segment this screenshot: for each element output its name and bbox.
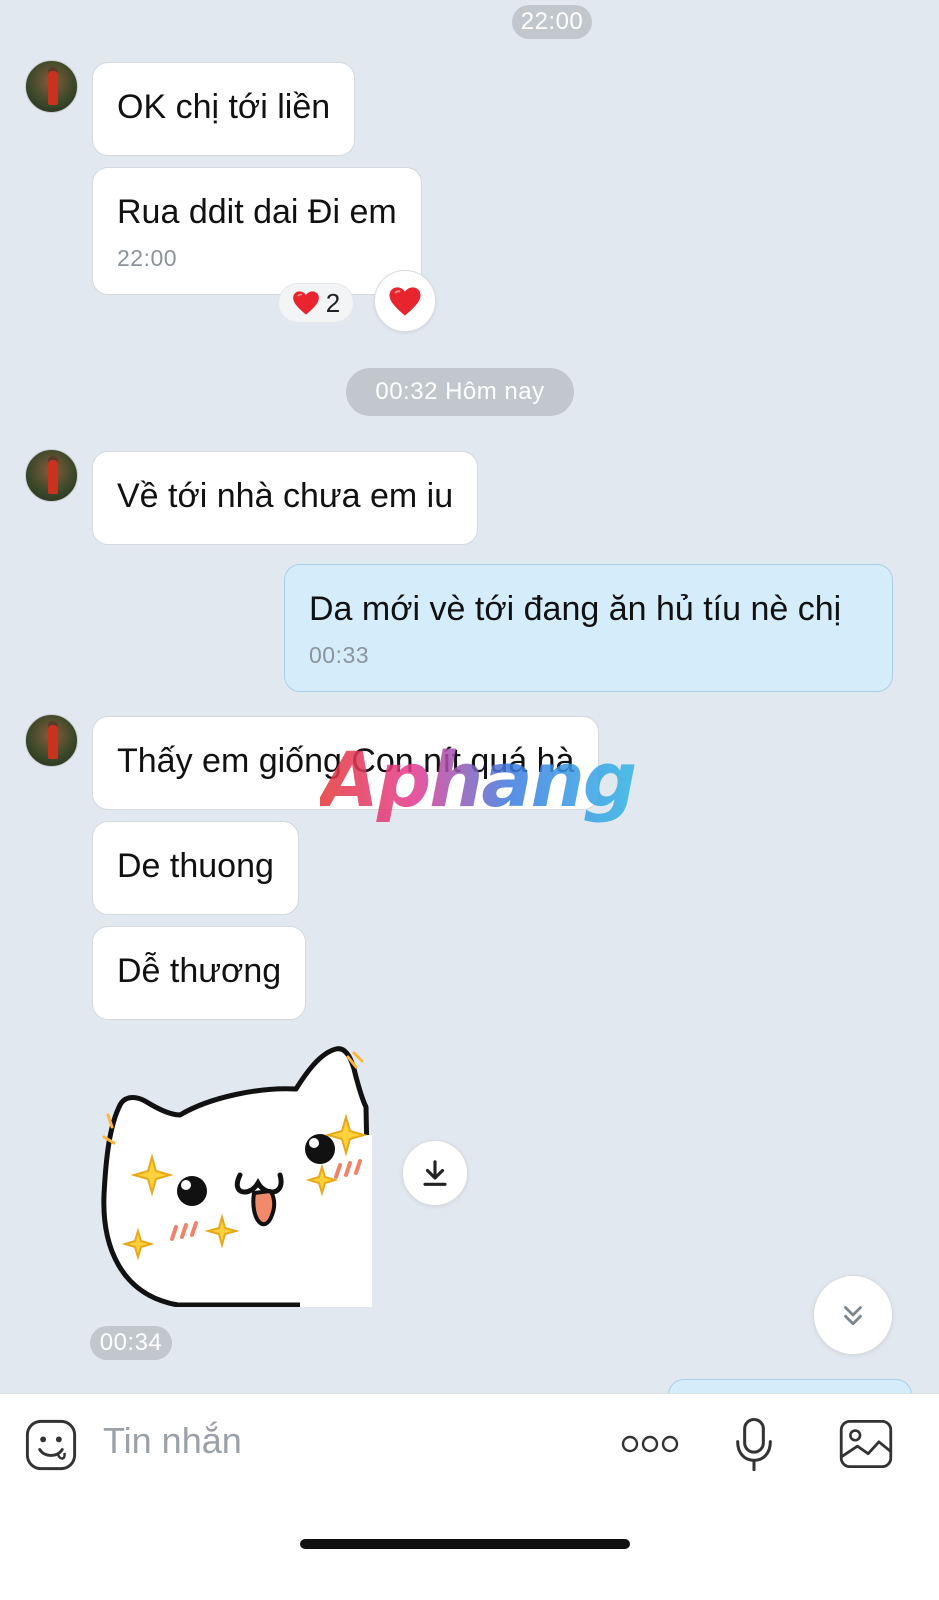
message-time: 22:00 bbox=[117, 245, 178, 271]
timestamp-pill: 00:32 Hôm nay bbox=[346, 368, 574, 416]
heart-icon bbox=[389, 286, 421, 316]
image-icon bbox=[839, 1419, 893, 1469]
avatar[interactable] bbox=[25, 60, 78, 113]
incoming-message[interactable]: Thấy em giống Con nít quá hà bbox=[92, 716, 600, 810]
download-icon bbox=[423, 1160, 447, 1186]
scroll-down-button[interactable] bbox=[813, 1275, 893, 1355]
timestamp-pill: 22:00 bbox=[512, 5, 592, 39]
react-button[interactable] bbox=[374, 270, 436, 332]
avatar[interactable] bbox=[25, 449, 78, 502]
image-button[interactable] bbox=[838, 1418, 894, 1475]
incoming-message[interactable]: De thuong bbox=[92, 821, 299, 915]
heart-icon bbox=[292, 291, 319, 315]
outgoing-message[interactable]: Da mới vè tới đang ăn hủ tíu nè chị 00:3… bbox=[284, 564, 893, 692]
avatar-figure bbox=[48, 460, 58, 494]
microphone-icon bbox=[736, 1417, 772, 1472]
message-text: Về tới nhà chưa em iu bbox=[117, 477, 454, 515]
download-button[interactable] bbox=[402, 1140, 468, 1206]
message-text: Rua ddit dai Đi em bbox=[117, 193, 397, 231]
more-button[interactable] bbox=[620, 1432, 680, 1461]
home-indicator bbox=[300, 1539, 630, 1549]
message-text: OK chị tới liền bbox=[117, 88, 331, 126]
emoji-button[interactable] bbox=[24, 1418, 78, 1477]
double-chevron-down-icon bbox=[844, 1306, 862, 1326]
incoming-message[interactable]: Dễ thương bbox=[92, 926, 307, 1020]
incoming-message[interactable]: OK chị tới liền bbox=[92, 62, 356, 156]
smiley-icon bbox=[25, 1419, 77, 1471]
incoming-message[interactable]: Rua ddit dai Đi em 22:00 bbox=[92, 167, 422, 295]
avatar[interactable] bbox=[25, 714, 78, 767]
voice-button[interactable] bbox=[732, 1416, 776, 1477]
cat-sticker-image bbox=[101, 1046, 373, 1308]
message-input[interactable]: Tin nhắn bbox=[103, 1420, 242, 1462]
message-text: Thấy em giống Con nít quá hà bbox=[117, 742, 575, 780]
incoming-message[interactable]: Về tới nhà chưa em iu bbox=[92, 451, 479, 545]
reaction-summary[interactable]: 2 bbox=[278, 283, 354, 323]
reaction-count: 2 bbox=[325, 287, 341, 318]
message-text: De thuong bbox=[117, 847, 274, 885]
message-time: 00:33 bbox=[309, 642, 370, 668]
composer-bar: Tin nhắn bbox=[0, 1393, 939, 1600]
message-text: Dễ thương bbox=[117, 952, 282, 990]
avatar-figure bbox=[48, 725, 58, 759]
more-dots-icon bbox=[621, 1435, 679, 1453]
message-text: Da mới vè tới đang ăn hủ tíu nè chị bbox=[309, 590, 842, 628]
avatar-figure bbox=[48, 71, 58, 105]
sticker-time: 00:34 bbox=[90, 1326, 172, 1360]
cat-sticker[interactable] bbox=[100, 1045, 373, 1308]
